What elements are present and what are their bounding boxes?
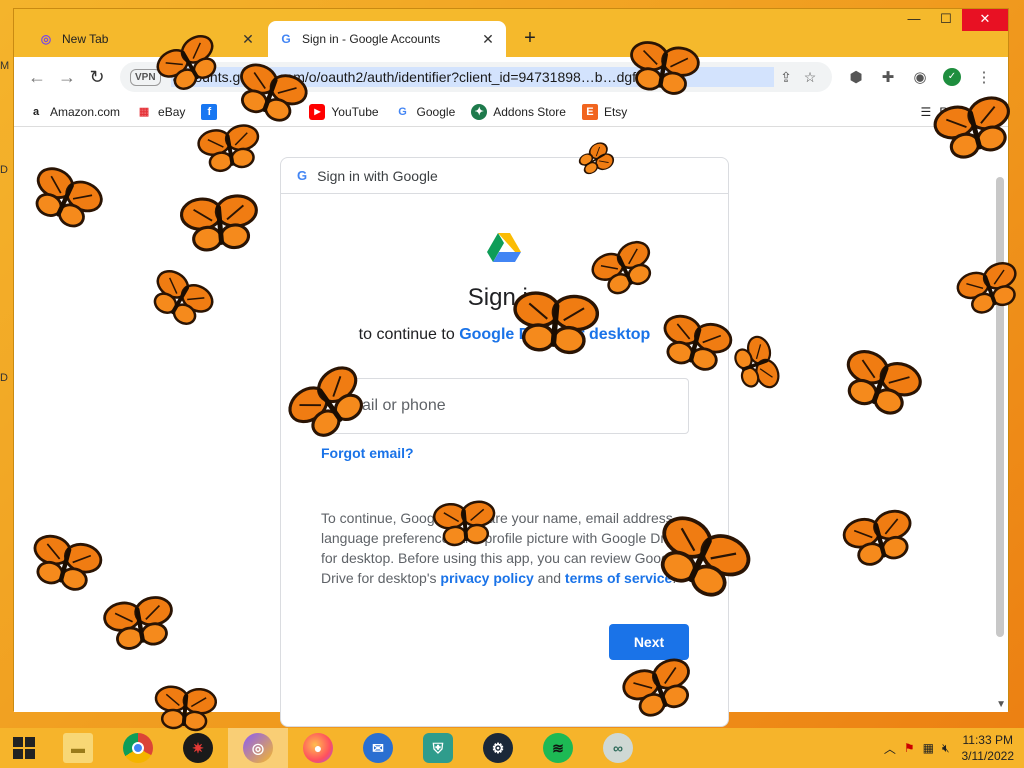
bookmark-google[interactable]: G Google xyxy=(395,104,456,120)
adblock-icon[interactable]: ⬢ xyxy=(840,68,872,86)
addons-icon: ✦ xyxy=(471,103,488,120)
butterfly-icon xyxy=(101,593,179,654)
bookmark-addons-store[interactable]: ✦ Addons Store xyxy=(471,103,566,120)
reload-icon[interactable]: ↻ xyxy=(82,62,112,92)
butterfly-icon xyxy=(587,236,662,302)
windows-icon xyxy=(13,737,35,759)
amazon-icon: a xyxy=(32,105,40,118)
folder-icon: ▬ xyxy=(63,733,93,763)
butterfly-icon xyxy=(281,359,376,448)
ebay-icon: ▦ xyxy=(138,106,150,118)
butterfly-icon xyxy=(618,653,701,724)
network-icon[interactable]: ▦ xyxy=(923,741,934,755)
google-icon: G xyxy=(297,168,308,183)
butterfly-icon xyxy=(835,344,927,422)
taskbar-steam[interactable]: ⚙ xyxy=(468,728,528,768)
bookmark-amazon[interactable]: a Amazon.com xyxy=(28,104,120,120)
firefox-icon: ● xyxy=(303,733,333,763)
vertical-scrollbar[interactable] xyxy=(996,177,1004,637)
butterfly-icon xyxy=(953,257,1024,320)
google-drive-icon xyxy=(487,233,521,262)
new-tab-button[interactable]: + xyxy=(518,27,542,51)
share-icon[interactable]: ⇪ xyxy=(774,69,798,86)
network-app-icon: ∞ xyxy=(603,733,633,763)
bookmark-label: Google xyxy=(416,104,456,119)
close-icon[interactable]: ✕ xyxy=(480,31,496,48)
butterfly-icon xyxy=(729,332,784,397)
butterfly-icon xyxy=(839,505,920,571)
desktop-label: D xyxy=(0,164,8,176)
close-window-button[interactable]: ✕ xyxy=(962,9,1008,31)
subtitle-prefix: to continue to xyxy=(358,326,455,343)
consent-and: and xyxy=(537,570,562,586)
maximize-button[interactable]: ☐ xyxy=(930,9,962,31)
bookmark-youtube[interactable]: ▶ YouTube xyxy=(309,103,379,120)
clock-date: 3/11/2022 xyxy=(961,749,1015,763)
minimize-button[interactable]: — xyxy=(898,9,930,31)
volume-muted-icon[interactable]: 🔇︎ xyxy=(942,741,950,756)
butterfly-icon xyxy=(151,29,227,98)
google-icon: G xyxy=(281,32,291,46)
bookmark-label: YouTube xyxy=(331,104,379,119)
butterfly-icon xyxy=(143,264,219,333)
butterfly-icon xyxy=(930,92,1019,165)
chevron-up-icon[interactable]: ︿ xyxy=(884,740,896,757)
vpn-shield-icon: ⛨ xyxy=(423,733,453,763)
system-tray: ︿ ⚑ ▦ 🔇︎ 11:33 PM 3/11/2022 xyxy=(880,728,1024,768)
taskbar-vpn-shield[interactable]: ⛨ xyxy=(408,728,468,768)
bookmark-ebay[interactable]: ▦ eBay xyxy=(136,104,186,120)
google-icon: G xyxy=(398,105,407,118)
taskbar-thunderbird[interactable]: ✉ xyxy=(348,728,408,768)
butterfly-icon xyxy=(624,38,702,99)
thunderbird-icon: ✉ xyxy=(363,733,393,763)
card-header-title: Sign in with Google xyxy=(317,167,438,184)
butterfly-icon xyxy=(645,509,757,607)
window-controls: — ☐ ✕ xyxy=(898,9,1008,31)
tab-title: Sign in - Google Accounts xyxy=(302,32,441,46)
privacy-policy-link[interactable]: privacy policy xyxy=(440,570,533,586)
opera-icon: ◎ xyxy=(243,733,273,763)
desktop-label: D xyxy=(0,372,8,384)
taskbar-file-explorer[interactable]: ▬ xyxy=(48,728,108,768)
forward-arrow-icon[interactable]: → xyxy=(52,62,82,92)
bookmark-label: Amazon.com xyxy=(50,104,121,119)
etsy-icon: E xyxy=(581,103,598,120)
puzzle-icon[interactable]: ✚ xyxy=(872,68,904,86)
scroll-down-arrow-icon[interactable]: ▼ xyxy=(996,699,1006,710)
star-icon[interactable]: ☆ xyxy=(798,69,822,86)
flag-icon[interactable]: ⚑ xyxy=(904,741,915,755)
taskbar-spotify[interactable]: ≋ xyxy=(528,728,588,768)
clock[interactable]: 11:33 PM 3/11/2022 xyxy=(962,732,1015,764)
butterfly-icon xyxy=(575,139,617,180)
bookmark-label: Addons Store xyxy=(493,104,566,119)
taskbar-opera[interactable]: ◎ xyxy=(228,728,288,768)
clock-time: 11:33 PM xyxy=(962,733,1013,747)
steam-icon: ⚙ xyxy=(483,733,513,763)
butterfly-icon xyxy=(23,161,108,236)
close-icon[interactable]: ✕ xyxy=(240,31,256,48)
butterfly-icon xyxy=(431,499,498,548)
taskbar-firefox[interactable]: ● xyxy=(288,728,348,768)
opera-icon: ◎ xyxy=(40,32,52,46)
bookmark-label: eBay xyxy=(158,104,186,119)
back-arrow-icon[interactable]: ← xyxy=(22,62,52,92)
butterfly-icon xyxy=(152,684,219,733)
card-header: G Sign in with Google xyxy=(281,158,728,194)
spotify-icon: ≋ xyxy=(543,733,573,763)
start-button[interactable] xyxy=(0,728,48,768)
desktop-label: M xyxy=(0,60,10,72)
